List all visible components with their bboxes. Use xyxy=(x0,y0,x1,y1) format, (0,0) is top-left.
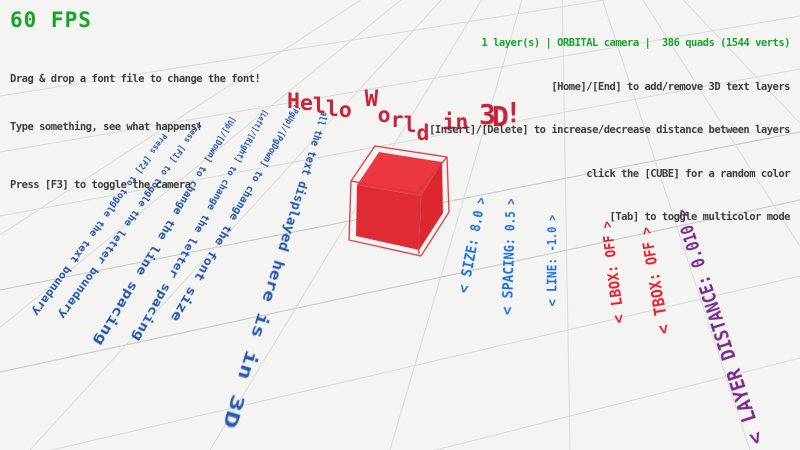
hud-help-line: [Tab] to toggle multicolor mode xyxy=(429,210,790,225)
hello-char: o xyxy=(378,103,391,128)
hud-help-line: [Home]/[End] to add/remove 3D text layer… xyxy=(429,80,790,95)
hud-right: 1 layer(s) | ORBITAL camera | 386 quads … xyxy=(429,7,790,254)
fps-counter: 60 FPS xyxy=(10,8,260,32)
hello-char: r xyxy=(391,108,404,133)
hud-intro-lines: Drag & drop a font file to change the fo… xyxy=(10,39,260,167)
render-status-line: 1 layer(s) | ORBITAL camera | 386 quads … xyxy=(429,36,790,51)
hello-char: l xyxy=(404,113,417,138)
hud-intro-line: Drag & drop a font file to change the fo… xyxy=(10,71,260,87)
hello-char xyxy=(352,98,365,123)
hello-char: l xyxy=(326,97,339,122)
hello-char: d xyxy=(417,121,430,146)
hello-char: e xyxy=(300,91,313,116)
camera-toggle-hint: Press [F3] to toggle the camera xyxy=(10,179,260,191)
hud-help-line: click the [CUBE] for a random color xyxy=(429,167,790,182)
hud-left: 60 FPS Drag & drop a font file to change… xyxy=(10,8,260,191)
hello-char: W xyxy=(364,86,378,112)
hello-char: H xyxy=(287,89,300,114)
hello-char: o xyxy=(339,98,352,123)
cube-face-left[interactable] xyxy=(356,185,421,250)
hud-intro-line: Type something, see what happens! xyxy=(10,119,260,135)
app-window: Press [F2] to toggle the text boundaryPr… xyxy=(0,0,800,450)
hello-char: l xyxy=(313,94,326,119)
hud-help-line: [Insert]/[Delete] to increase/decrease d… xyxy=(429,123,790,138)
